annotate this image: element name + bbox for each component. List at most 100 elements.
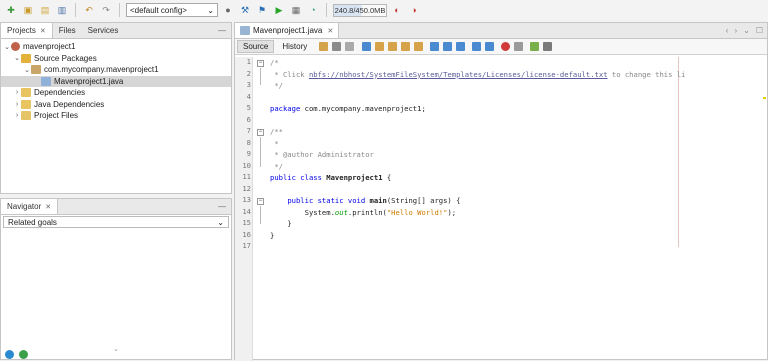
- toolbar-separator: [119, 3, 120, 17]
- shift-right-icon[interactable]: [485, 42, 495, 51]
- close-icon[interactable]: ✕: [327, 27, 333, 35]
- clean-build-icon[interactable]: ⚑: [255, 3, 269, 17]
- profile-icon[interactable]: ◔: [306, 3, 320, 17]
- line-number: 8: [246, 137, 251, 147]
- tab-mavenproject1-java[interactable]: Mavenproject1.java ✕: [235, 23, 340, 38]
- error-stripe-mark[interactable]: [763, 97, 766, 99]
- project-icon: [11, 42, 20, 52]
- memory-value: 240.8/450.0MB: [334, 5, 386, 15]
- fold-toggle-icon[interactable]: −: [257, 198, 264, 205]
- toggle-bookmark-icon[interactable]: [456, 42, 466, 51]
- back-icon[interactable]: [332, 42, 342, 51]
- source-button[interactable]: Source: [237, 40, 275, 53]
- previous-bookmark-icon[interactable]: [430, 42, 440, 51]
- new-project-icon[interactable]: ▣: [21, 3, 35, 17]
- chevron-right-icon[interactable]: ›: [13, 101, 21, 108]
- chevron-right-icon[interactable]: ›: [734, 26, 737, 35]
- class-name: Mavenproject1: [326, 173, 383, 182]
- start-macro-icon[interactable]: [501, 42, 511, 51]
- java-file-icon: [41, 76, 51, 86]
- refresh-icon[interactable]: [19, 350, 28, 359]
- tree-item-java-dependencies[interactable]: › Java Dependencies: [1, 99, 231, 111]
- code-line: */: [270, 161, 283, 173]
- debug-icon[interactable]: ▦: [289, 3, 303, 17]
- chevron-left-icon[interactable]: ‹: [726, 26, 729, 35]
- tree-item-label: Java Dependencies: [34, 99, 105, 109]
- chevron-down-icon[interactable]: ⌄: [3, 43, 11, 51]
- code-line: }: [270, 219, 292, 228]
- minimize-icon[interactable]: —: [218, 202, 226, 211]
- fold-toggle-icon[interactable]: −: [257, 129, 264, 136]
- configuration-select[interactable]: <default config> ⌄: [126, 3, 218, 17]
- build-icon[interactable]: ⚒: [238, 3, 252, 17]
- project-files-icon: [21, 111, 31, 121]
- undo-icon[interactable]: ↶: [82, 3, 96, 17]
- uncomment-icon[interactable]: [543, 42, 553, 51]
- toggle-highlight-icon[interactable]: [414, 42, 424, 51]
- save-all-icon[interactable]: ▥: [55, 3, 69, 17]
- navigator-panel: Navigator ✕ — Related goals ⌄ ⌄: [0, 198, 232, 360]
- profile-ide-icon[interactable]: ◑: [407, 3, 421, 17]
- comment-icon[interactable]: [530, 42, 540, 51]
- chevron-down-icon[interactable]: ⌄: [13, 54, 21, 62]
- chevron-right-icon[interactable]: ›: [13, 112, 21, 119]
- line-number: 6: [246, 114, 251, 124]
- dependencies-icon: [21, 88, 31, 98]
- close-icon[interactable]: ✕: [40, 27, 46, 35]
- license-link[interactable]: nbfs://nbhost/SystemFileSystem/Templates…: [309, 70, 608, 79]
- tab-navigator[interactable]: Navigator ✕: [1, 199, 59, 214]
- code-line: /**: [270, 126, 283, 138]
- code-line: public static void main(String[] args) {: [287, 196, 461, 205]
- tree-item-mavenproject1[interactable]: ⌄ mavenproject1: [1, 41, 231, 53]
- find-next-icon[interactable]: [388, 42, 398, 51]
- tab-files[interactable]: Files: [53, 23, 82, 38]
- find-previous-icon[interactable]: [375, 42, 385, 51]
- open-project-icon[interactable]: ▤: [38, 3, 52, 17]
- fold-toggle-icon[interactable]: −: [257, 60, 264, 67]
- memory-indicator[interactable]: 240.8/450.0MB: [333, 3, 387, 17]
- next-bookmark-icon[interactable]: [443, 42, 453, 51]
- chevron-down-icon[interactable]: ⌄: [743, 26, 750, 35]
- keyword: package: [270, 104, 301, 113]
- redo-icon[interactable]: ↷: [99, 3, 113, 17]
- tree-item-java-file[interactable]: Mavenproject1.java: [1, 75, 231, 87]
- history-button[interactable]: History: [276, 40, 313, 53]
- fold-line: [260, 68, 261, 85]
- new-file-icon[interactable]: ✚: [4, 3, 18, 17]
- tree-item-project-files[interactable]: › Project Files: [1, 110, 231, 122]
- last-edit-icon[interactable]: [319, 42, 329, 51]
- build-target-icon[interactable]: ●: [221, 3, 235, 17]
- fold-line: [260, 137, 261, 167]
- resize-handle-icon[interactable]: ⌄: [113, 345, 119, 353]
- keyword: public static void: [287, 196, 366, 205]
- line-number: 9: [246, 149, 251, 158]
- tab-services[interactable]: Services: [82, 23, 125, 38]
- find-icon[interactable]: [362, 42, 372, 51]
- chevron-right-icon[interactable]: ›: [13, 89, 21, 96]
- find-selection-icon[interactable]: [401, 42, 411, 51]
- sync-icon[interactable]: [5, 350, 14, 359]
- line-number: 5: [246, 103, 251, 112]
- tab-projects[interactable]: Projects ✕: [1, 23, 53, 38]
- tree-item-dependencies[interactable]: › Dependencies: [1, 87, 231, 99]
- toolbar-separator: [326, 3, 327, 17]
- code-line-text: to change this li: [607, 69, 686, 79]
- tree-item-source-packages[interactable]: ⌄ Source Packages: [1, 53, 231, 65]
- minimize-icon[interactable]: —: [218, 26, 226, 35]
- maximize-icon[interactable]: ☐: [756, 26, 763, 35]
- navigator-view-select[interactable]: Related goals ⌄: [3, 216, 229, 228]
- chevron-down-icon[interactable]: ⌄: [23, 66, 31, 74]
- gc-icon[interactable]: ◐: [390, 3, 404, 17]
- stop-macro-icon[interactable]: [514, 42, 524, 51]
- shift-left-icon[interactable]: [472, 42, 482, 51]
- close-icon[interactable]: ✕: [45, 203, 51, 211]
- editor-tabbar: Mavenproject1.java ✕ ‹ › ⌄ ☐: [235, 23, 767, 39]
- run-icon[interactable]: ▶: [272, 3, 286, 17]
- code-line: public class Mavenproject1 {: [270, 173, 392, 182]
- code-editor[interactable]: − − − 1 2 3 4 5 6 7 8 9 10 11 12 13 14 15 16 17 /* * Cli…: [235, 57, 767, 361]
- tree-item-package[interactable]: ⌄ com.mycompany.mavenproject1: [1, 64, 231, 76]
- line-number: 13: [242, 195, 251, 204]
- forward-icon[interactable]: [345, 42, 355, 51]
- code-line: *: [270, 138, 278, 150]
- toolbar-separator: [75, 3, 76, 17]
